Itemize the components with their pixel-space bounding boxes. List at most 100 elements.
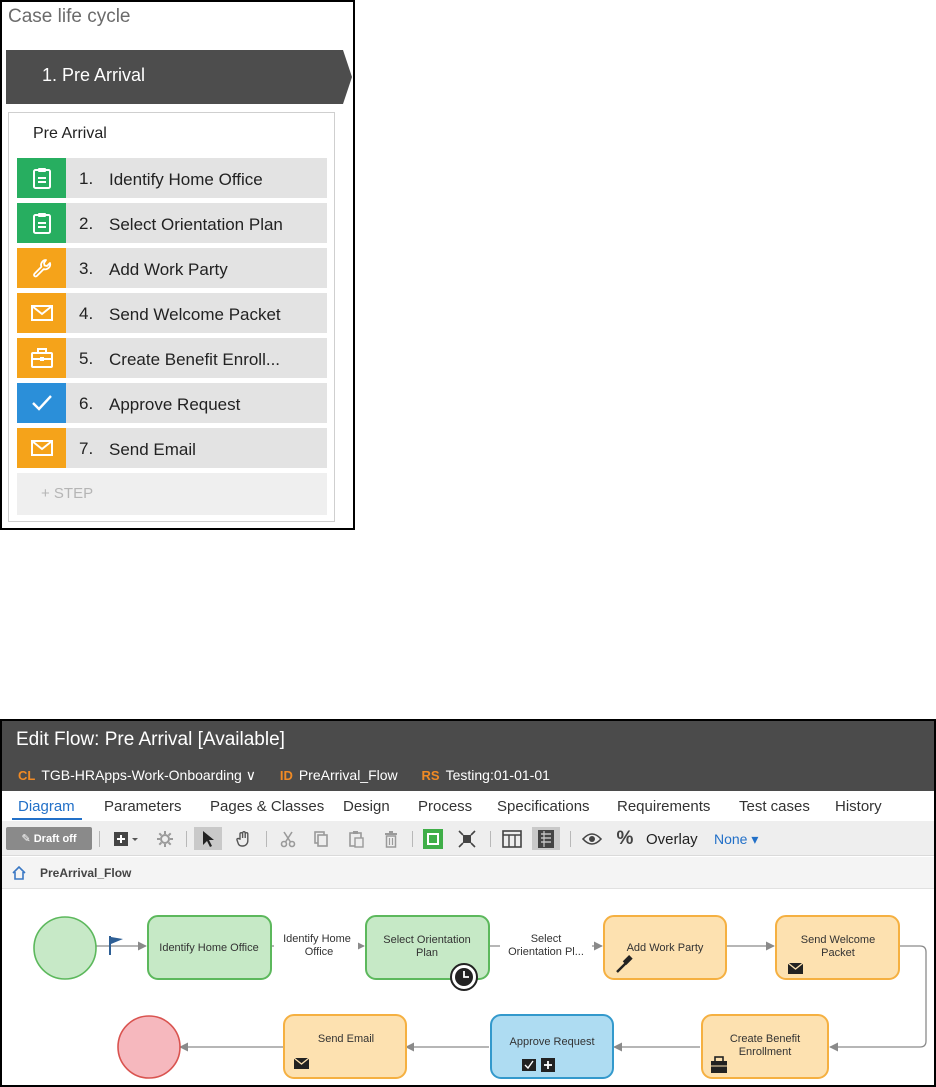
step-item[interactable]: 4. Send Welcome Packet — [17, 293, 327, 333]
flow-shape-label: Identify Home Office — [159, 942, 258, 954]
flow-diagram-canvas: Identify Home Office Select Orientation … — [33, 915, 927, 1079]
clock-icon — [450, 963, 478, 991]
step-item[interactable]: 3. Add Work Party — [17, 248, 327, 288]
stage-steps-box: Pre Arrival 1. Identify Home Office 2. S… — [8, 112, 335, 522]
connector-label[interactable]: Office — [305, 946, 334, 958]
toolbar-divider — [266, 831, 267, 847]
flow-editor: Edit Flow: Pre Arrival [Available] CL TGB… — [0, 719, 936, 1087]
pan-hand-icon[interactable] — [230, 827, 258, 850]
clipboard-icon — [17, 203, 66, 243]
step-item[interactable]: 1. Identify Home Office — [17, 158, 327, 198]
editor-header: Edit Flow: Pre Arrival [Available] CL TGB… — [2, 721, 934, 791]
step-number: 3. — [79, 259, 94, 278]
flow-shape-label: Packet — [821, 947, 855, 959]
wrench-icon — [17, 248, 66, 288]
toolbar-divider — [570, 831, 571, 847]
flow-shape-label: Create Benefit — [730, 1033, 800, 1045]
tab-test-cases[interactable]: Test cases — [739, 798, 810, 815]
step-label: Send Welcome Packet — [109, 305, 281, 324]
add-shape-button[interactable] — [110, 827, 144, 850]
tab-diagram[interactable]: Diagram — [18, 798, 75, 815]
editor-tabs: Diagram Parameters Pages & Classes Desig… — [2, 791, 934, 821]
editor-title: Edit Flow: Pre Arrival [Available] — [16, 729, 285, 750]
checkmark-icon — [17, 383, 66, 423]
eye-icon[interactable] — [578, 827, 606, 850]
step-number: 5. — [79, 349, 94, 368]
tab-design[interactable]: Design — [343, 798, 390, 815]
envelope-icon — [787, 962, 804, 974]
step-item[interactable]: 7. Send Email — [17, 428, 327, 468]
flow-shape-label: Plan — [416, 947, 438, 959]
step-number: 7. — [79, 439, 94, 458]
step-item[interactable]: 2. Select Orientation Plan — [17, 203, 327, 243]
tab-requirements[interactable]: Requirements — [617, 798, 710, 815]
stage-label: 1. Pre Arrival — [42, 65, 146, 85]
flow-shape-label: Send Welcome — [801, 934, 875, 946]
flow-shape-label: Enrollment — [739, 1046, 792, 1058]
toolbar-divider — [412, 831, 413, 847]
flow-shape-label: Send Email — [318, 1033, 374, 1045]
id-key: ID — [279, 768, 293, 783]
flow-shape-label: Select Orientation — [383, 934, 470, 946]
step-number: 2. — [79, 214, 94, 233]
toolbar-divider — [99, 831, 100, 847]
editor-meta: CL TGB-HRApps-Work-Onboarding ∨ ID PreArri… — [18, 767, 570, 784]
breadcrumb: PreArrival_Flow — [2, 857, 934, 889]
ruleset-key: RS — [421, 768, 440, 783]
end-shape[interactable] — [117, 1015, 181, 1079]
tab-parameters[interactable]: Parameters — [104, 798, 182, 815]
step-item[interactable]: 6. Approve Request — [17, 383, 327, 423]
settings-icon[interactable] — [152, 827, 178, 850]
pointer-tool-icon[interactable] — [194, 827, 222, 850]
briefcase-icon — [17, 338, 66, 378]
tab-history[interactable]: History — [835, 798, 882, 815]
ruleset-value[interactable]: Testing:01-01-01 — [446, 767, 550, 783]
connector-label[interactable]: Select — [531, 933, 562, 945]
step-label: Identify Home Office — [109, 170, 263, 189]
step-label: Send Email — [109, 440, 196, 459]
fit-to-screen-icon[interactable] — [454, 827, 480, 850]
case-life-cycle-panel: Case life cycle 1. Pre Arrival Pre Arriv… — [0, 0, 355, 530]
paste-icon[interactable] — [342, 827, 370, 850]
overlay-dropdown[interactable]: None ▾ — [714, 831, 758, 848]
breadcrumb-item[interactable]: PreArrival_Flow — [40, 866, 131, 880]
percent-icon[interactable]: % — [612, 827, 638, 850]
flow-shape-label: Approve Request — [510, 1036, 595, 1048]
home-icon[interactable] — [12, 866, 26, 880]
grid-snap-icon[interactable] — [420, 827, 446, 850]
editor-toolbar: ✎ Draft off % Overlay None ▾ — [2, 821, 934, 856]
tab-specifications[interactable]: Specifications — [497, 798, 590, 815]
stage-chevron[interactable]: 1. Pre Arrival — [6, 50, 352, 104]
clipboard-icon — [17, 158, 66, 198]
envelope-icon — [17, 428, 66, 468]
connector-label[interactable]: Orientation Pl... — [508, 946, 584, 958]
add-step-button[interactable]: + STEP — [17, 473, 327, 515]
id-value: PreArrival_Flow — [298, 767, 398, 783]
draft-toggle-button[interactable]: ✎ Draft off — [6, 827, 92, 850]
panel-title: Case life cycle — [8, 6, 131, 27]
toolbar-divider — [186, 831, 187, 847]
step-label: Select Orientation Plan — [109, 215, 283, 234]
toolbar-divider — [490, 831, 491, 847]
stage-box-title: Pre Arrival — [33, 125, 107, 142]
delete-trash-icon[interactable] — [377, 827, 405, 850]
envelope-icon — [293, 1057, 310, 1069]
step-label: Add Work Party — [109, 260, 228, 279]
start-shape[interactable] — [33, 916, 97, 980]
connector-label[interactable]: Identify Home — [283, 933, 351, 945]
list-view-icon[interactable] — [532, 827, 560, 850]
cut-icon[interactable] — [274, 827, 302, 850]
step-item[interactable]: 5. Create Benefit Enroll... — [17, 338, 327, 378]
flow-shape-label: Add Work Party — [627, 942, 704, 954]
step-number: 4. — [79, 304, 94, 323]
tab-pages-classes[interactable]: Pages & Classes — [210, 798, 324, 815]
class-dropdown[interactable]: TGB-HRApps-Work-Onboarding ∨ — [41, 767, 256, 783]
step-number: 6. — [79, 394, 94, 413]
envelope-icon — [17, 293, 66, 333]
table-view-icon[interactable] — [498, 827, 526, 850]
overlay-label: Overlay — [646, 831, 698, 848]
tab-process[interactable]: Process — [418, 798, 472, 815]
class-key: CL — [18, 768, 36, 783]
copy-icon[interactable] — [307, 827, 335, 850]
active-tab-indicator — [12, 818, 82, 820]
